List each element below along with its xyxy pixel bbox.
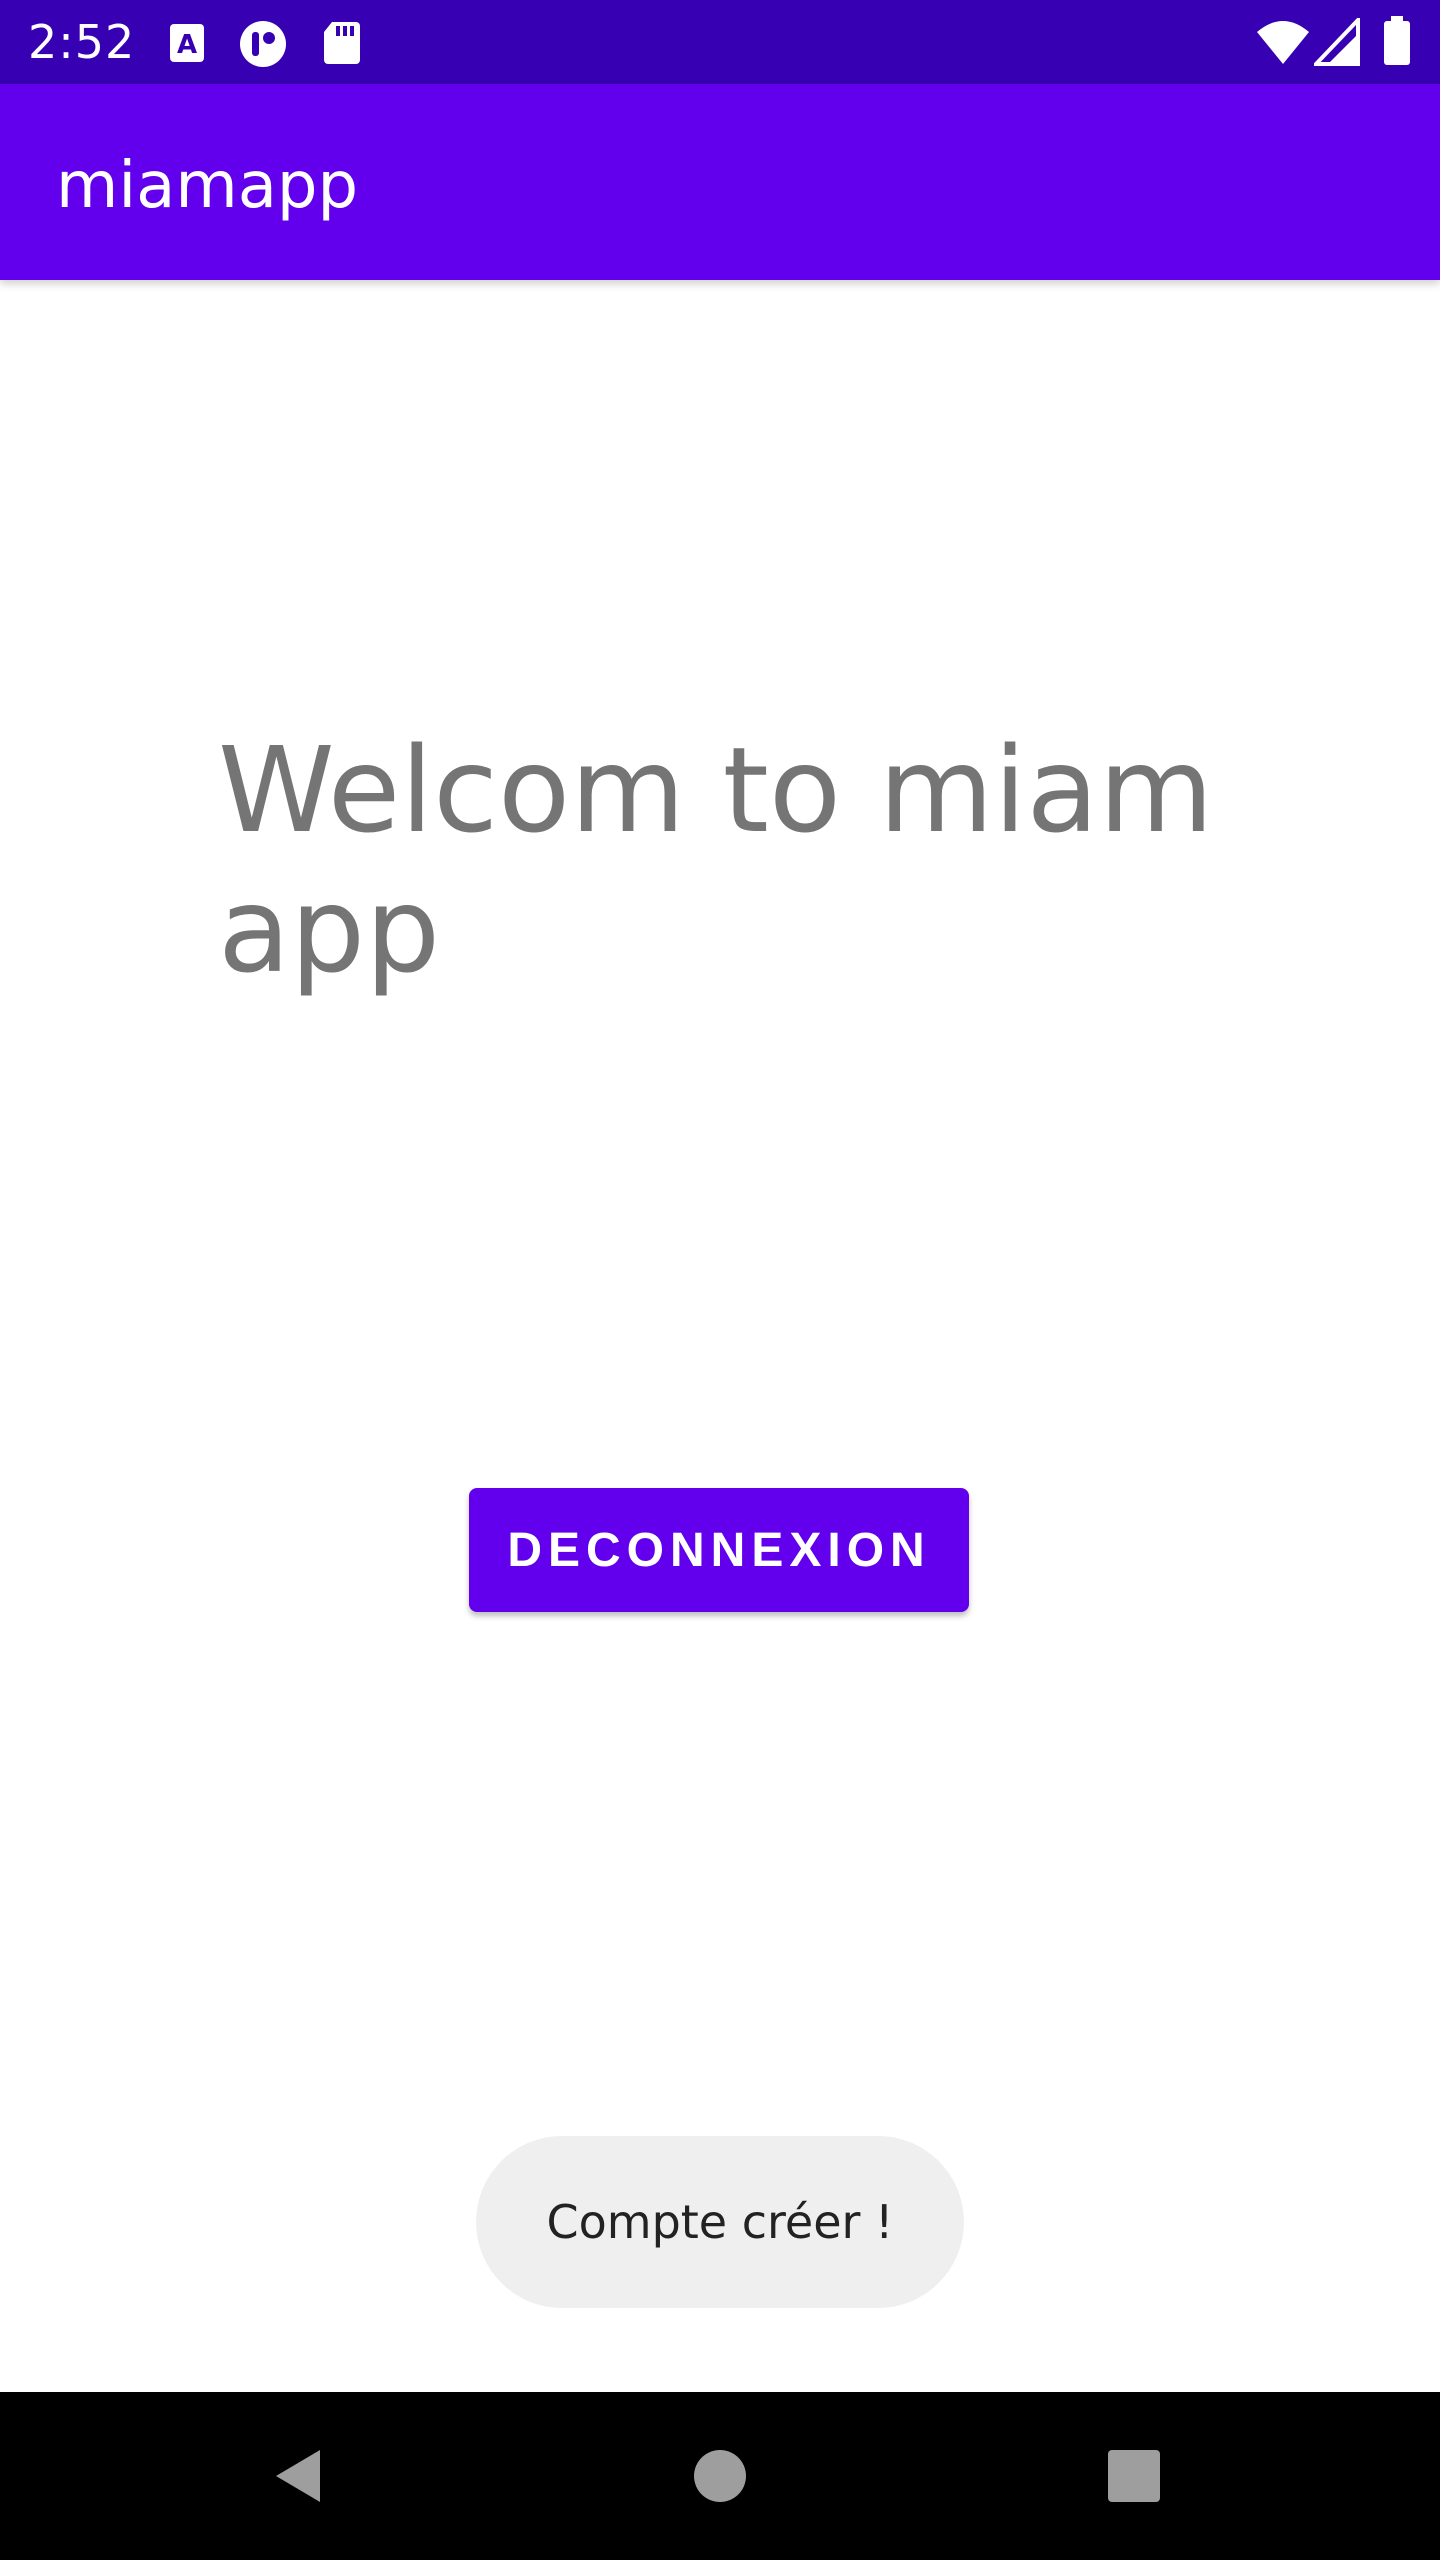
status-bar: 2:52 A	[0, 0, 1440, 84]
svg-text:A: A	[177, 30, 197, 60]
app-title: miamapp	[56, 149, 359, 223]
back-icon[interactable]	[250, 2426, 350, 2526]
toast-message: Compte créer !	[476, 2136, 964, 2308]
wifi-icon	[1256, 18, 1309, 64]
navigation-bar	[0, 2392, 1440, 2560]
welcome-text: Welcom to miam app	[218, 721, 1214, 999]
battery-icon	[1382, 16, 1428, 65]
status-time: 2:52	[28, 15, 136, 69]
sd-card-icon	[322, 20, 368, 66]
deconnexion-button[interactable]: DECONNEXION	[469, 1488, 969, 1612]
home-icon[interactable]	[670, 2426, 770, 2526]
app-screen: 2:52 A miamapp Welcom to miam app DECONN…	[0, 0, 1440, 2560]
app-bar: miamapp	[0, 84, 1440, 280]
a-keyboard-icon: A	[168, 20, 214, 66]
recents-icon[interactable]	[1084, 2426, 1184, 2526]
cell-signal-icon	[1311, 15, 1360, 66]
notification-app-icon	[238, 20, 286, 67]
